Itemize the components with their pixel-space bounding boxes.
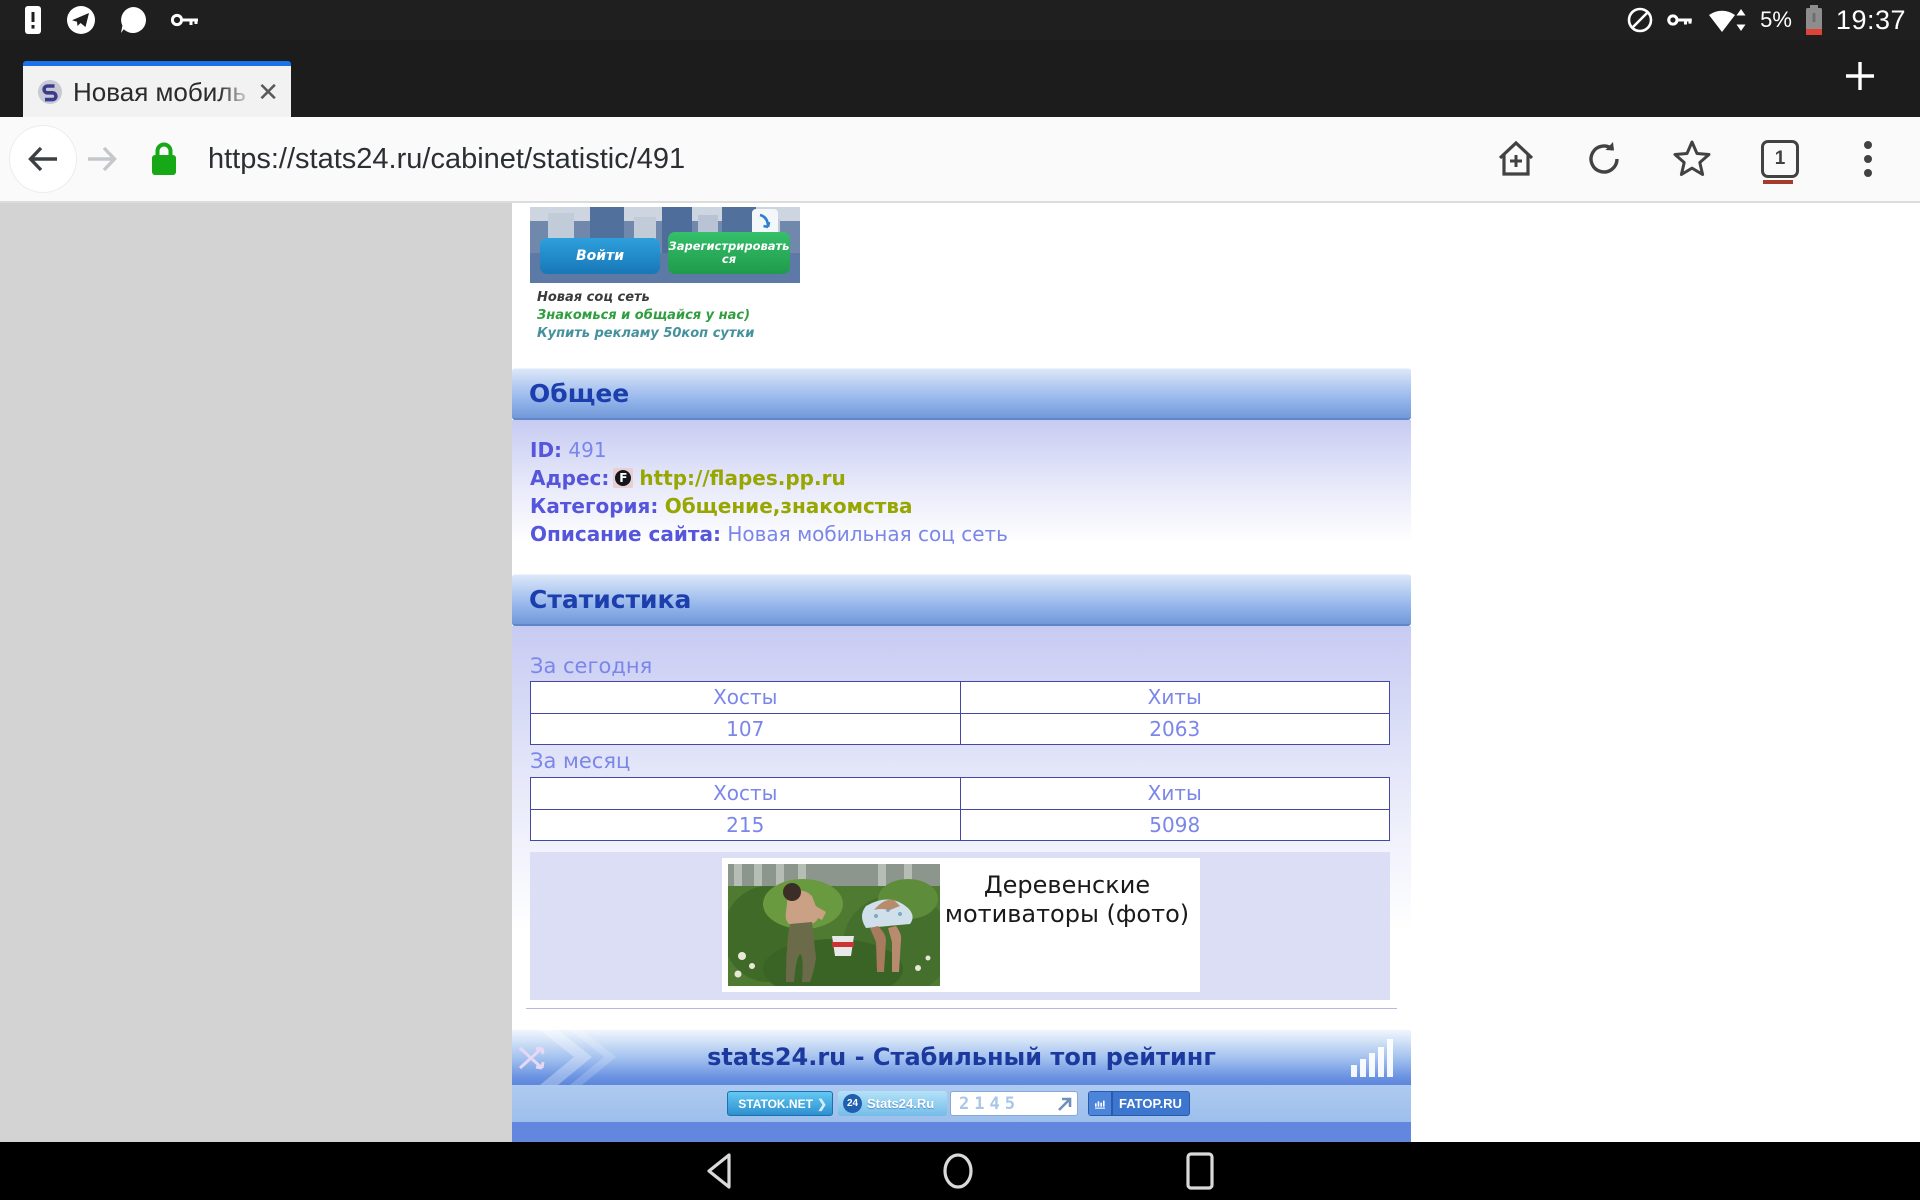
page-side-margin	[0, 203, 512, 1142]
back-icon	[24, 140, 62, 178]
chevron-right-icon: ❯	[817, 1097, 827, 1111]
site-address-link[interactable]: http://flapes.pp.ru	[639, 466, 845, 490]
key-icon	[170, 10, 202, 30]
hit-counter[interactable]: 2145	[950, 1091, 1078, 1116]
site-category-value: Общение,знакомства	[665, 494, 913, 518]
no-signal-icon	[1626, 6, 1654, 34]
hits-value: 5098	[960, 810, 1390, 840]
battery-percent: 5%	[1760, 7, 1792, 33]
top-ad-banner[interactable]: Войти Зарегистрировать ся Новая соц сеть…	[530, 207, 800, 340]
hits-value: 2063	[960, 714, 1390, 744]
bookmark-button[interactable]	[1670, 137, 1714, 181]
site-category-row: Категория: Общение,знакомства	[530, 492, 1411, 520]
tab-title: Новая мобиль	[73, 77, 246, 107]
reload-icon	[1584, 139, 1624, 179]
banner-caption-line[interactable]: Купить рекламу 50коп сутки	[537, 325, 797, 340]
home-button[interactable]	[1494, 137, 1538, 181]
reload-button[interactable]	[1582, 137, 1626, 181]
promo-area: Деревенские мотиваторы (фото)	[530, 852, 1390, 1000]
footer-bar: stats24.ru - Стабильный топ рейтинг	[512, 1030, 1411, 1085]
site-address-row: Адрес:Fhttp://flapes.pp.ru	[530, 464, 1411, 492]
web-viewport: Войти Зарегистрировать ся Новая соц сеть…	[0, 203, 1920, 1142]
section-header-general: Общее	[512, 368, 1411, 420]
banner-caption-line[interactable]: Знакомься и общайся у нас)	[537, 307, 797, 325]
column-header: Хиты	[960, 778, 1390, 809]
back-button[interactable]	[10, 126, 76, 192]
site-favicon-icon: F	[613, 468, 633, 488]
counter-badges-strip: STATOK.NET ❯ 24 Stats24.Ru 2145 FATOP.RU	[512, 1085, 1411, 1122]
menu-button[interactable]	[1846, 137, 1890, 181]
banner-caption: Новая соц сеть Знакомься и общайся у нас…	[537, 289, 797, 340]
menu-dots-icon	[1863, 139, 1873, 179]
fatop-badge[interactable]: FATOP.RU	[1088, 1091, 1190, 1116]
column-header: Хиты	[960, 682, 1390, 713]
today-label: За сегодня	[530, 654, 652, 678]
column-header: Хосты	[531, 682, 960, 713]
footer-slogan: stats24.ru - Стабильный топ рейтинг	[512, 1030, 1411, 1085]
banner-login-button[interactable]: Войти	[540, 238, 660, 274]
hosts-value: 215	[531, 810, 960, 840]
promo-caption[interactable]: Деревенские мотиваторы (фото)	[940, 871, 1194, 929]
plus-icon	[1838, 54, 1882, 98]
new-tab-button[interactable]	[1838, 54, 1882, 98]
browser-tab[interactable]: Новая мобиль ✕	[23, 61, 291, 117]
nav-home-button[interactable]	[938, 1151, 978, 1191]
status-bar: 5% 19:37	[0, 0, 1920, 40]
general-section: ID: 491 Адрес:Fhttp://flapes.pp.ru Катег…	[512, 420, 1411, 574]
nav-recents-button[interactable]	[1180, 1151, 1220, 1191]
promo-photo	[728, 864, 940, 986]
month-stats-table: ХостыХиты 2155098	[530, 777, 1390, 841]
column-header: Хосты	[531, 778, 960, 809]
tab-close-icon[interactable]: ✕	[253, 75, 283, 109]
star-icon	[1671, 138, 1713, 180]
banner-caption-line: Новая соц сеть	[537, 289, 797, 307]
chat-icon	[118, 5, 148, 35]
stats24-badge[interactable]: 24 Stats24.Ru	[838, 1091, 947, 1116]
forward-icon	[83, 140, 121, 178]
android-screen: 5% 19:37 Новая мобиль ✕ https://stats24.…	[0, 0, 1920, 1200]
arrow-up-right-icon	[1057, 1096, 1073, 1112]
mini-bars-icon	[1089, 1092, 1113, 1115]
telegram-icon	[66, 5, 96, 35]
banner-register-button[interactable]: Зарегистрировать ся	[668, 232, 790, 274]
secure-lock-icon[interactable]	[142, 137, 186, 181]
tab-count: 1	[1761, 140, 1799, 178]
tab-switcher-button[interactable]: 1	[1758, 137, 1802, 181]
site-id-row: ID: 491	[530, 436, 1411, 464]
clock: 19:37	[1836, 5, 1906, 36]
home-icon	[1495, 138, 1537, 180]
nav-back-button[interactable]	[701, 1151, 741, 1191]
page-bottom-strip	[512, 1122, 1411, 1142]
bar-chart-icon	[1351, 1039, 1397, 1077]
url-toolbar: https://stats24.ru/cabinet/statistic/491…	[0, 117, 1920, 203]
status-key-icon	[1666, 11, 1696, 29]
hosts-value: 107	[531, 714, 960, 744]
tab-strip: Новая мобиль ✕	[0, 40, 1920, 117]
url-field[interactable]: https://stats24.ru/cabinet/statistic/491	[208, 143, 1472, 176]
page-content: Войти Зарегистрировать ся Новая соц сеть…	[512, 203, 1411, 1142]
battery-icon	[1804, 4, 1824, 36]
site-description-row: Описание сайта: Новая мобильная соц сеть	[530, 520, 1411, 548]
tab-favicon-icon	[37, 79, 63, 105]
month-label: За месяц	[530, 749, 630, 773]
divider	[526, 1008, 1397, 1009]
statok-badge[interactable]: STATOK.NET ❯	[727, 1091, 833, 1116]
forward-button[interactable]	[80, 137, 124, 181]
mini-chart-icon	[733, 1097, 734, 1110]
sim-alert-icon	[22, 4, 44, 36]
stats24-logo-icon: 24	[843, 1094, 862, 1113]
promo-teaser[interactable]: Деревенские мотиваторы (фото)	[722, 858, 1200, 992]
wifi-icon	[1708, 6, 1748, 34]
notification-icons	[0, 4, 202, 36]
android-nav-bar	[0, 1142, 1920, 1200]
today-stats-table: ХостыХиты 1072063	[530, 681, 1390, 745]
section-header-statistics: Статистика	[512, 574, 1411, 626]
